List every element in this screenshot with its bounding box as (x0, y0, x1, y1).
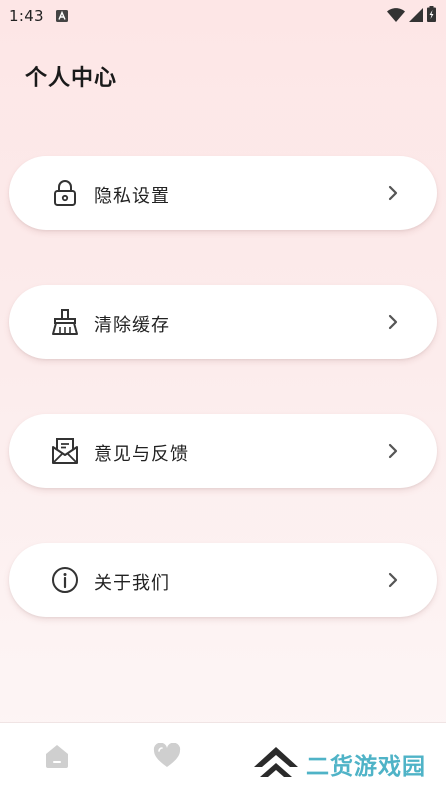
watermark-text: 二货游戏园 (306, 754, 426, 780)
chevron-right-icon (383, 570, 403, 590)
broom-icon (51, 308, 79, 336)
heart-icon (153, 742, 181, 773)
menu-item-label: 隐私设置 (94, 186, 170, 207)
battery-icon (427, 6, 436, 26)
info-icon (51, 566, 79, 594)
chevron-right-icon (383, 312, 403, 332)
nav-favorites[interactable] (152, 742, 182, 773)
menu-item-label: 关于我们 (94, 573, 170, 594)
menu-item-about-us[interactable]: 关于我们 (9, 543, 437, 617)
status-bar: 1:43 (0, 0, 446, 32)
page-title: 个人中心 (25, 66, 118, 91)
menu-item-feedback[interactable]: 意见与反馈 (9, 414, 437, 488)
lock-icon (51, 179, 79, 207)
chevron-right-icon (383, 183, 403, 203)
watermark-logo-icon (252, 743, 300, 785)
menu-item-label: 清除缓存 (94, 315, 170, 336)
app-notification-icon (55, 7, 68, 26)
menu-item-clear-cache[interactable]: 清除缓存 (9, 285, 437, 359)
watermark: 二货游戏园 (252, 742, 426, 786)
home-icon (44, 743, 70, 773)
mail-icon (51, 437, 79, 465)
nav-home[interactable] (42, 743, 72, 773)
chevron-right-icon (383, 441, 403, 461)
wifi-icon (387, 7, 405, 26)
menu-item-privacy-settings[interactable]: 隐私设置 (9, 156, 437, 230)
menu-item-label: 意见与反馈 (94, 444, 189, 465)
status-time: 1:43 (9, 7, 44, 25)
signal-icon (409, 7, 423, 26)
